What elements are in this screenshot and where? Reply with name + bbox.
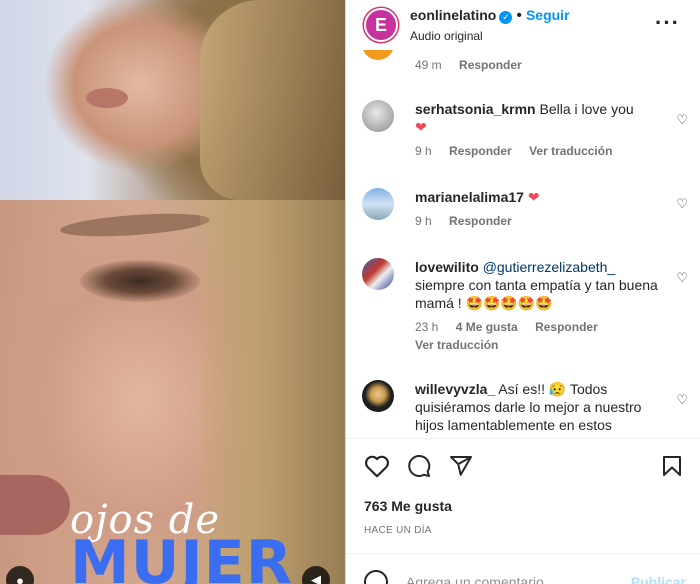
like-comment-icon[interactable]: ♡ xyxy=(676,112,688,128)
account-username[interactable]: eonlinelatino xyxy=(410,7,496,23)
comment-item: 49 m Responder xyxy=(362,50,688,72)
comment-meta: 49 m Responder xyxy=(415,58,688,72)
more-options-icon[interactable]: ··· xyxy=(655,10,680,36)
comment-avatar[interactable] xyxy=(362,380,394,412)
comment-username[interactable]: lovewilito xyxy=(415,259,479,275)
comment-username[interactable]: willevyvzla_ xyxy=(415,381,495,397)
post-time: HACE UN DÍA xyxy=(364,525,432,536)
reply-button[interactable]: Responder xyxy=(459,58,522,72)
account-avatar[interactable]: E xyxy=(364,8,398,42)
video-frame-top xyxy=(0,0,345,200)
translate-button[interactable]: Ver traducción xyxy=(415,338,498,352)
comment-time: 49 m xyxy=(415,58,442,72)
comment-avatar[interactable] xyxy=(362,100,394,132)
follow-button[interactable]: Seguir xyxy=(526,7,570,23)
heart-emoji-icon: ❤ xyxy=(415,119,427,135)
comment-meta: 9 h Responder Ver traducción xyxy=(415,144,688,158)
reply-button[interactable]: Responder xyxy=(449,214,512,228)
comment-text: lovewilito @gutierrezelizabeth_ siempre … xyxy=(415,259,658,311)
post-header: E eonlinelatino ✓ • Seguir Audio original ·… xyxy=(346,0,700,50)
comment-text: willevyvzla_ Así es!! 😥 Todos quisiéramo… xyxy=(415,381,642,433)
comment-input[interactable]: Agrega un comentario... xyxy=(406,574,555,584)
save-bookmark-icon[interactable] xyxy=(660,454,684,478)
video-overlay-title: ojos de MUJER xyxy=(70,500,293,584)
comment-item: marianelalima17 ❤ 9 h Responder ♡ xyxy=(362,188,688,228)
comment-username[interactable]: marianelalima17 xyxy=(415,189,524,205)
comment-item: lovewilito @gutierrezelizabeth_ siempre … xyxy=(362,258,688,352)
comments-list[interactable]: 49 m Responder serhatsonia_krmn Bella i … xyxy=(346,50,700,438)
comment-avatar[interactable] xyxy=(362,188,394,220)
overlay-line2: MUJER xyxy=(70,528,293,584)
reply-button[interactable]: Responder xyxy=(535,320,598,334)
comment-icon[interactable] xyxy=(406,454,432,478)
comment-time: 9 h xyxy=(415,144,432,158)
audio-link[interactable]: Audio original xyxy=(410,28,570,44)
comment-meta: 23 h 4 Me gusta Responder xyxy=(415,320,688,334)
comment-avatar[interactable] xyxy=(362,258,394,290)
comment-avatar[interactable] xyxy=(362,50,394,60)
comment-likes[interactable]: 4 Me gusta xyxy=(456,320,518,334)
comment-item: serhatsonia_krmn Bella i love you ❤ 9 h … xyxy=(362,100,688,158)
comment-text: marianelalima17 ❤ xyxy=(415,188,665,206)
post-actions xyxy=(364,454,684,480)
heart-emoji-icon: ❤ xyxy=(527,189,540,205)
likes-count[interactable]: 763 Me gusta xyxy=(364,498,452,514)
like-comment-icon[interactable]: ♡ xyxy=(676,270,688,286)
like-comment-icon[interactable]: ♡ xyxy=(676,392,688,408)
share-icon[interactable] xyxy=(448,454,474,478)
like-heart-icon[interactable] xyxy=(364,454,390,478)
emoji-picker-icon[interactable] xyxy=(364,570,388,584)
comment-composer: Agrega un comentario... Publicar xyxy=(364,566,694,584)
comment-time: 9 h xyxy=(415,214,432,228)
reply-button[interactable]: Responder xyxy=(449,144,512,158)
comment-time: 23 h xyxy=(415,320,439,334)
comment-meta: 9 h Responder xyxy=(415,214,688,228)
comment-text: serhatsonia_krmn Bella i love you ❤ xyxy=(415,101,634,135)
comment-item: willevyvzla_ Así es!! 😥 Todos quisiéramo… xyxy=(362,380,688,434)
reel-video[interactable]: ojos de MUJER ● ◀ xyxy=(0,0,345,584)
translate-button[interactable]: Ver traducción xyxy=(529,144,612,158)
post-panel: E eonlinelatino ✓ • Seguir Audio original ·… xyxy=(345,0,700,584)
divider xyxy=(346,553,700,554)
comment-username[interactable]: serhatsonia_krmn xyxy=(415,101,536,117)
publish-button[interactable]: Publicar xyxy=(631,574,686,584)
verified-badge-icon: ✓ xyxy=(499,10,513,24)
comment-mention[interactable]: @gutierrezelizabeth_ xyxy=(483,259,616,275)
like-comment-icon[interactable]: ♡ xyxy=(676,196,688,212)
divider xyxy=(346,438,700,439)
